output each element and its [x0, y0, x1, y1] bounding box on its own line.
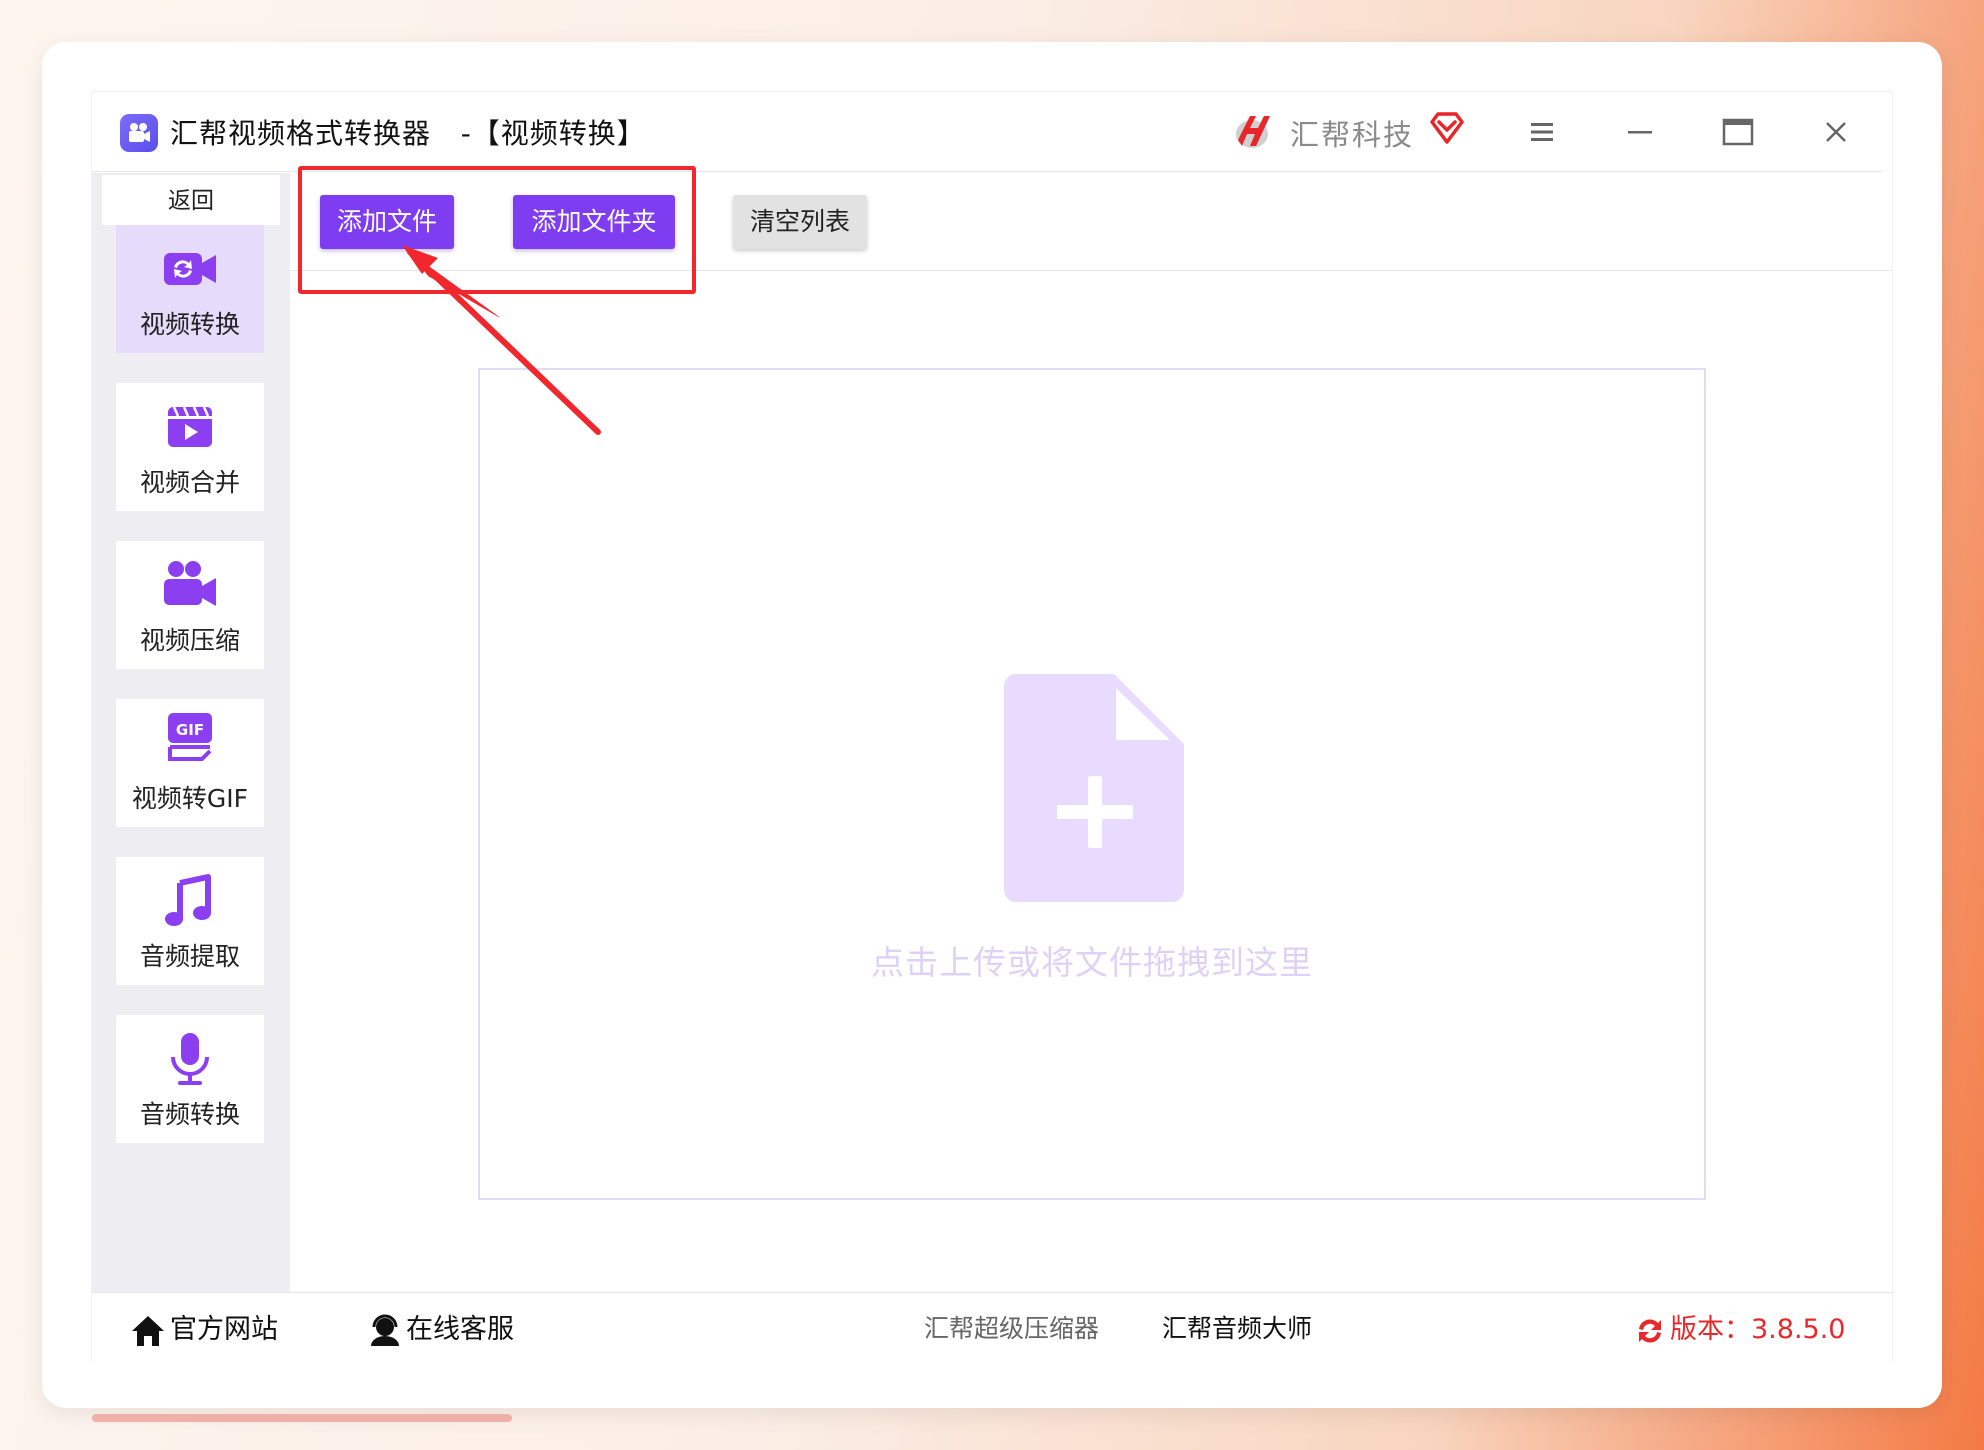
sidebar-item-label: 视频压缩 [139, 626, 240, 655]
taskbar-strip [92, 1414, 512, 1422]
audio-master-link[interactable]: 汇帮音频大师 [1162, 1309, 1312, 1345]
back-button[interactable]: 返回 [102, 175, 280, 225]
app-window: 汇帮视频格式转换器 -【视频转换】 汇帮科技 返回 视频转换 视频合并 视频压缩… [92, 92, 1892, 1361]
compressor-link[interactable]: 汇帮超级压缩器 [924, 1309, 1099, 1345]
maximize-icon[interactable] [1718, 112, 1758, 152]
title-bar: 汇帮视频格式转换器 -【视频转换】 汇帮科技 [92, 92, 1882, 172]
online-service-link[interactable]: 在线客服 [368, 1307, 514, 1348]
sidebar-item-label: 视频转GIF [131, 784, 249, 813]
version-label: 版本：3.8.5.0 [1670, 1314, 1846, 1345]
title-divider [92, 171, 1882, 172]
sidebar-item-label: 音频转换 [139, 1100, 240, 1129]
toolbar-divider [290, 270, 1892, 271]
footer-bar: 官方网站 在线客服 汇帮超级压缩器 汇帮音频大师 版本：3.8.5.0 [92, 1292, 1892, 1361]
brand-name: 汇帮科技 [1290, 118, 1415, 152]
sidebar-item-label: 视频合并 [139, 468, 240, 497]
gif-icon: GIF [168, 713, 212, 761]
refresh-icon [1639, 1318, 1661, 1343]
video-compress-icon [164, 561, 216, 606]
svg-text:GIF: GIF [176, 721, 204, 739]
close-icon[interactable] [1816, 112, 1856, 152]
sidebar-item-video-gif[interactable]: GIF 视频转GIF [116, 699, 264, 827]
video-convert-icon [164, 253, 216, 285]
microphone-icon [171, 1033, 209, 1085]
drop-hint-text: 点击上传或将文件拖拽到这里 [871, 943, 1313, 982]
music-note-icon [165, 874, 211, 926]
official-site-label: 官方网站 [170, 1314, 278, 1345]
official-site-link[interactable]: 官方网站 [130, 1307, 278, 1348]
sidebar-item-audio-convert[interactable]: 音频转换 [116, 1015, 264, 1143]
sidebar-item-video-convert[interactable]: 视频转换 [116, 225, 264, 353]
menu-icon[interactable] [1522, 112, 1562, 152]
file-drop-zone[interactable]: 点击上传或将文件拖拽到这里 [478, 368, 1706, 1200]
sidebar-item-video-merge[interactable]: 视频合并 [116, 383, 264, 511]
sidebar-item-audio-extract[interactable]: 音频提取 [116, 857, 264, 985]
online-service-label: 在线客服 [406, 1314, 514, 1345]
minimize-icon[interactable] [1620, 112, 1660, 152]
window-title: 汇帮视频格式转换器 -【视频转换】 [170, 117, 646, 150]
customer-service-icon [371, 1314, 399, 1346]
add-file-button[interactable]: 添加文件 [320, 195, 454, 249]
sidebar: 返回 视频转换 视频合并 视频压缩 GIF 视频转GIF 音频提取 音频转换 [92, 173, 290, 1292]
sidebar-item-video-compress[interactable]: 视频压缩 [116, 541, 264, 669]
vip-diamond-icon[interactable] [1428, 110, 1466, 148]
home-icon [132, 1315, 164, 1346]
version-info[interactable]: 版本：3.8.5.0 [1634, 1307, 1845, 1347]
sidebar-item-label: 音频提取 [139, 942, 240, 971]
sidebar-item-label: 视频转换 [139, 310, 240, 339]
add-folder-button[interactable]: 添加文件夹 [513, 195, 675, 249]
add-file-icon [1004, 674, 1184, 902]
brand-logo-icon [1236, 116, 1270, 148]
app-logo-icon [120, 114, 158, 152]
video-merge-icon [168, 406, 212, 447]
clear-list-button[interactable]: 清空列表 [733, 195, 867, 249]
